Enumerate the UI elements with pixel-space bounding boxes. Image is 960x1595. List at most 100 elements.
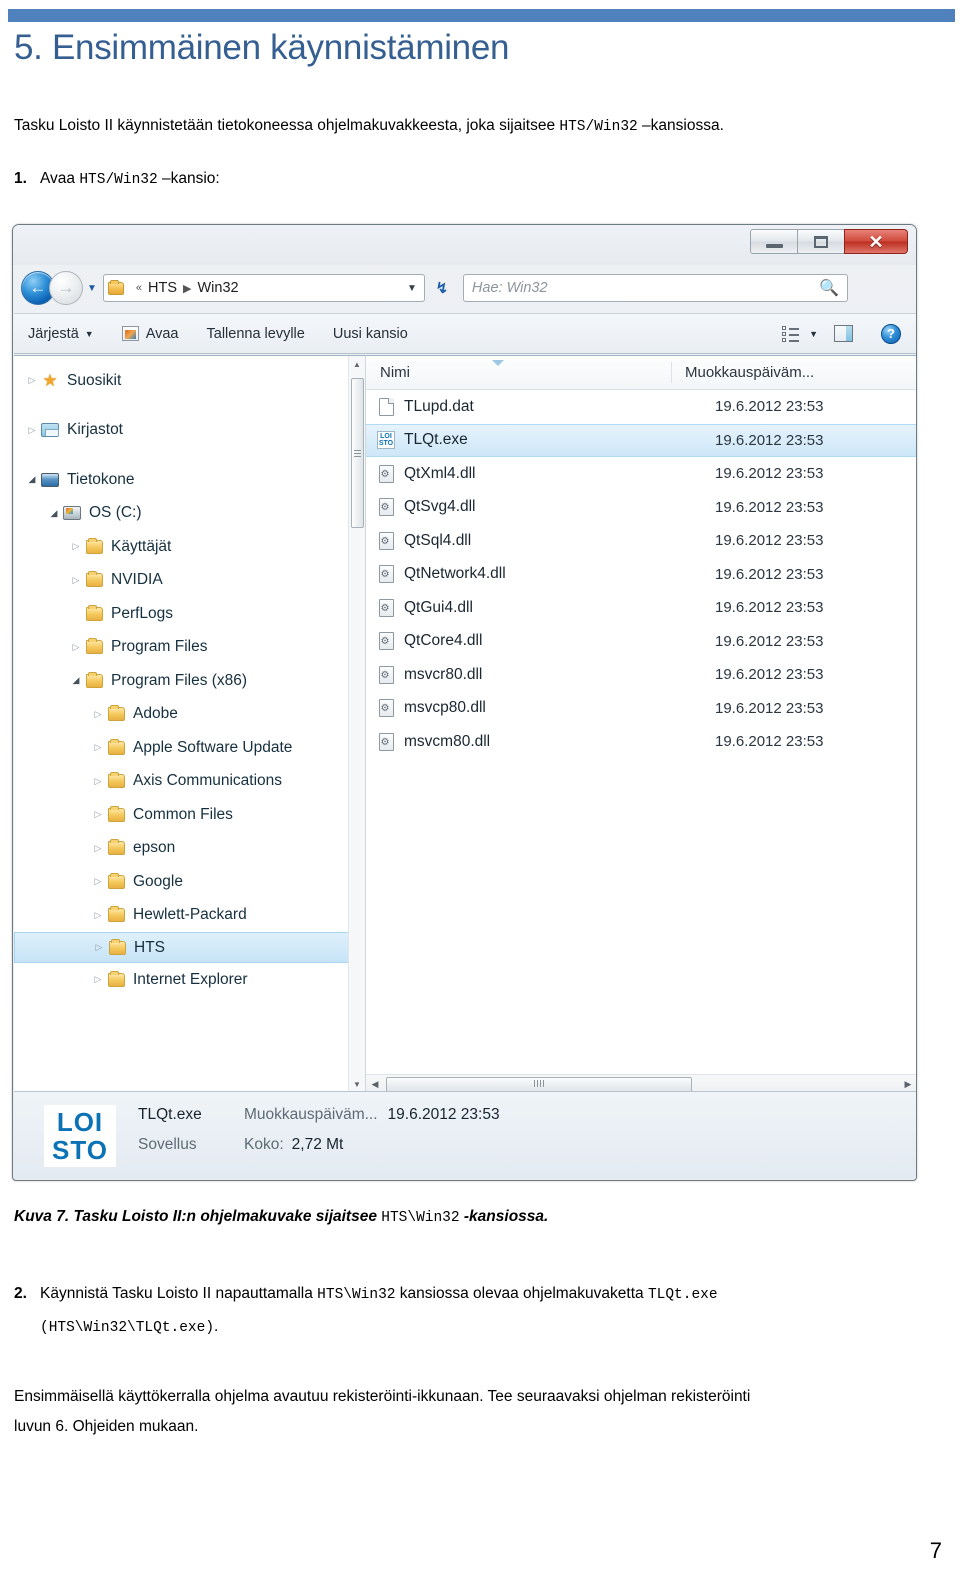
twisty-expanded-icon[interactable]: ◢ — [68, 675, 84, 686]
tree-vertical-scrollbar[interactable]: ▲ ▼ — [348, 356, 365, 1093]
twisty-expanded-icon[interactable]: ◢ — [46, 508, 62, 519]
file-modified: 19.6.2012 23:53 — [715, 565, 824, 583]
twisty-expanded-icon[interactable]: ◢ — [24, 474, 40, 485]
tree-item-icon — [106, 872, 126, 889]
new-folder-button[interactable]: Uusi kansio — [319, 326, 422, 342]
tree-scrollbar-thumb[interactable] — [351, 378, 364, 528]
twisty-collapsed-icon[interactable]: ▷ — [90, 974, 106, 985]
star-icon: ★ — [42, 370, 58, 390]
twisty-collapsed-icon[interactable]: ▷ — [68, 575, 84, 586]
tree-item-hewlett-packard[interactable]: ▷ Hewlett-Packard — [14, 899, 365, 933]
page-title: 5. Ensimmäinen käynnistäminen — [14, 28, 510, 67]
twisty-collapsed-icon[interactable]: ▷ — [90, 776, 106, 787]
dll-icon — [378, 632, 394, 651]
address-bar: ← → ▼ « HTS ▶ Win32 ▼ ↯ Hae: Win32 🔍 — [13, 265, 916, 311]
twisty-collapsed-icon[interactable]: ▷ — [68, 642, 84, 653]
step-2-text-c: . — [214, 1318, 219, 1335]
recent-locations-caret-icon[interactable]: ▼ — [87, 283, 97, 294]
tree-item-icon — [40, 423, 60, 438]
details-modified-label: Muokkauspäiväm... — [244, 1105, 378, 1123]
closing-line-1: Ensimmäisellä käyttökerralla ohjelma ava… — [14, 1388, 751, 1405]
tree-item-kirjastot[interactable]: ▷ Kirjastot — [14, 414, 365, 448]
organize-label: Järjestä — [28, 325, 79, 342]
tree-item-icon — [106, 805, 126, 822]
file-row[interactable]: QtSql4.dll 19.6.2012 23:53 — [366, 524, 916, 558]
tree-item-internet-explorer[interactable]: ▷ Internet Explorer — [14, 963, 365, 997]
folder-icon — [85, 604, 103, 621]
toolbar-right-group: ▼ ? — [782, 323, 916, 344]
breadcrumb-hts[interactable]: HTS — [148, 280, 177, 296]
tree-item-suosikit[interactable]: ▷ ★ Suosikit — [14, 364, 365, 398]
twisty-collapsed-icon[interactable]: ▷ — [90, 876, 106, 887]
file-row[interactable]: msvcp80.dll 19.6.2012 23:53 — [366, 692, 916, 726]
search-input[interactable]: Hae: Win32 🔍 — [462, 274, 848, 302]
tree-item-os-c[interactable]: ◢ OS (C:) — [14, 497, 365, 531]
tree-item-tietokone[interactable]: ◢ Tietokone — [14, 463, 365, 497]
scroll-up-icon[interactable]: ▲ — [349, 356, 365, 373]
twisty-collapsed-icon[interactable]: ▷ — [24, 425, 40, 436]
twisty-collapsed-icon[interactable]: ▷ — [90, 843, 106, 854]
twisty-collapsed-icon[interactable]: ▷ — [68, 541, 84, 552]
column-divider[interactable] — [671, 362, 672, 383]
burn-button[interactable]: Tallenna levylle — [193, 326, 319, 342]
tree-item-adobe[interactable]: ▷ Adobe — [14, 698, 365, 732]
tree-item-k-ytt-j-t[interactable]: ▷ Käyttäjät — [14, 530, 365, 564]
file-row[interactable]: QtCore4.dll 19.6.2012 23:53 — [366, 625, 916, 659]
preview-pane-icon[interactable] — [834, 325, 853, 342]
twisty-collapsed-icon[interactable]: ▷ — [90, 742, 106, 753]
address-input[interactable]: « HTS ▶ Win32 ▼ — [102, 274, 425, 302]
tree-item-nvidia[interactable]: ▷ NVIDIA — [14, 564, 365, 598]
tree-item-apple-software-update[interactable]: ▷ Apple Software Update — [14, 731, 365, 765]
file-row[interactable]: QtXml4.dll 19.6.2012 23:53 — [366, 457, 916, 491]
details-pane: LOI STO TLQt.exe Muokkauspäiväm... 19.6.… — [14, 1091, 916, 1179]
help-icon[interactable]: ? — [881, 323, 901, 344]
file-row[interactable]: QtSvg4.dll 19.6.2012 23:53 — [366, 491, 916, 525]
folder-icon — [107, 970, 125, 987]
tree-item-icon — [62, 506, 82, 521]
dll-icon — [378, 565, 394, 584]
tree-item-program-files-x86[interactable]: ◢ Program Files (x86) — [14, 664, 365, 698]
breadcrumb-separator-icon[interactable]: ▶ — [183, 282, 191, 295]
twisty-collapsed-icon[interactable]: ▷ — [90, 709, 106, 720]
hscrollbar-thumb[interactable] — [386, 1076, 692, 1092]
twisty-collapsed-icon[interactable]: ▷ — [24, 375, 40, 386]
tree-item-google[interactable]: ▷ Google — [14, 865, 365, 899]
details-modified-value: 19.6.2012 23:53 — [387, 1105, 500, 1123]
scroll-right-icon[interactable]: ▶ — [899, 1079, 916, 1090]
view-chevron-down-icon[interactable]: ▼ — [809, 329, 818, 339]
tree-item-program-files[interactable]: ▷ Program Files — [14, 631, 365, 665]
forward-button[interactable]: → — [49, 271, 83, 305]
breadcrumb-chevrons[interactable]: « — [136, 282, 142, 294]
tree-item-perflogs[interactable]: PerfLogs — [14, 597, 365, 631]
tree-item-common-files[interactable]: ▷ Common Files — [14, 798, 365, 832]
change-view-icon[interactable] — [782, 326, 800, 342]
column-header-modified[interactable]: Muokkauspäiväm... — [671, 364, 814, 381]
twisty-collapsed-icon[interactable]: ▷ — [91, 942, 107, 953]
tree-item-epson[interactable]: ▷ epson — [14, 832, 365, 866]
file-name: QtSvg4.dll — [404, 498, 476, 516]
step-2-path-1: HTS\Win32 — [317, 1287, 396, 1303]
twisty-collapsed-icon[interactable]: ▷ — [90, 809, 106, 820]
file-row[interactable]: LOI STO TLQt.exe 19.6.2012 23:53 — [366, 423, 916, 457]
scroll-left-icon[interactable]: ◀ — [366, 1079, 384, 1090]
tree-item-axis-communications[interactable]: ▷ Axis Communications — [14, 765, 365, 799]
refresh-button[interactable]: ↯ — [425, 274, 459, 302]
file-name: msvcp80.dll — [404, 699, 486, 717]
tree-item-icon — [84, 537, 104, 554]
close-button[interactable]: ✕ — [844, 229, 908, 254]
minimize-button[interactable] — [750, 229, 798, 254]
column-header-name[interactable]: Nimi — [366, 360, 671, 381]
twisty-collapsed-icon[interactable]: ▷ — [90, 910, 106, 921]
address-dropdown-caret-icon[interactable]: ▼ — [407, 283, 420, 294]
file-row[interactable]: QtNetwork4.dll 19.6.2012 23:53 — [366, 558, 916, 592]
file-row[interactable]: TLupd.dat 19.6.2012 23:53 — [366, 390, 916, 424]
maximize-button[interactable] — [797, 229, 845, 254]
organize-button[interactable]: Järjestä ▼ — [14, 326, 108, 342]
file-row[interactable]: msvcr80.dll 19.6.2012 23:53 — [366, 658, 916, 692]
open-button[interactable]: Avaa — [108, 326, 193, 342]
breadcrumb-win32[interactable]: Win32 — [198, 280, 239, 296]
file-row[interactable]: msvcm80.dll 19.6.2012 23:53 — [366, 725, 916, 759]
tree-item-hts[interactable]: ▷ HTS — [14, 932, 363, 963]
folder-icon — [85, 571, 103, 588]
file-row[interactable]: QtGui4.dll 19.6.2012 23:53 — [366, 591, 916, 625]
